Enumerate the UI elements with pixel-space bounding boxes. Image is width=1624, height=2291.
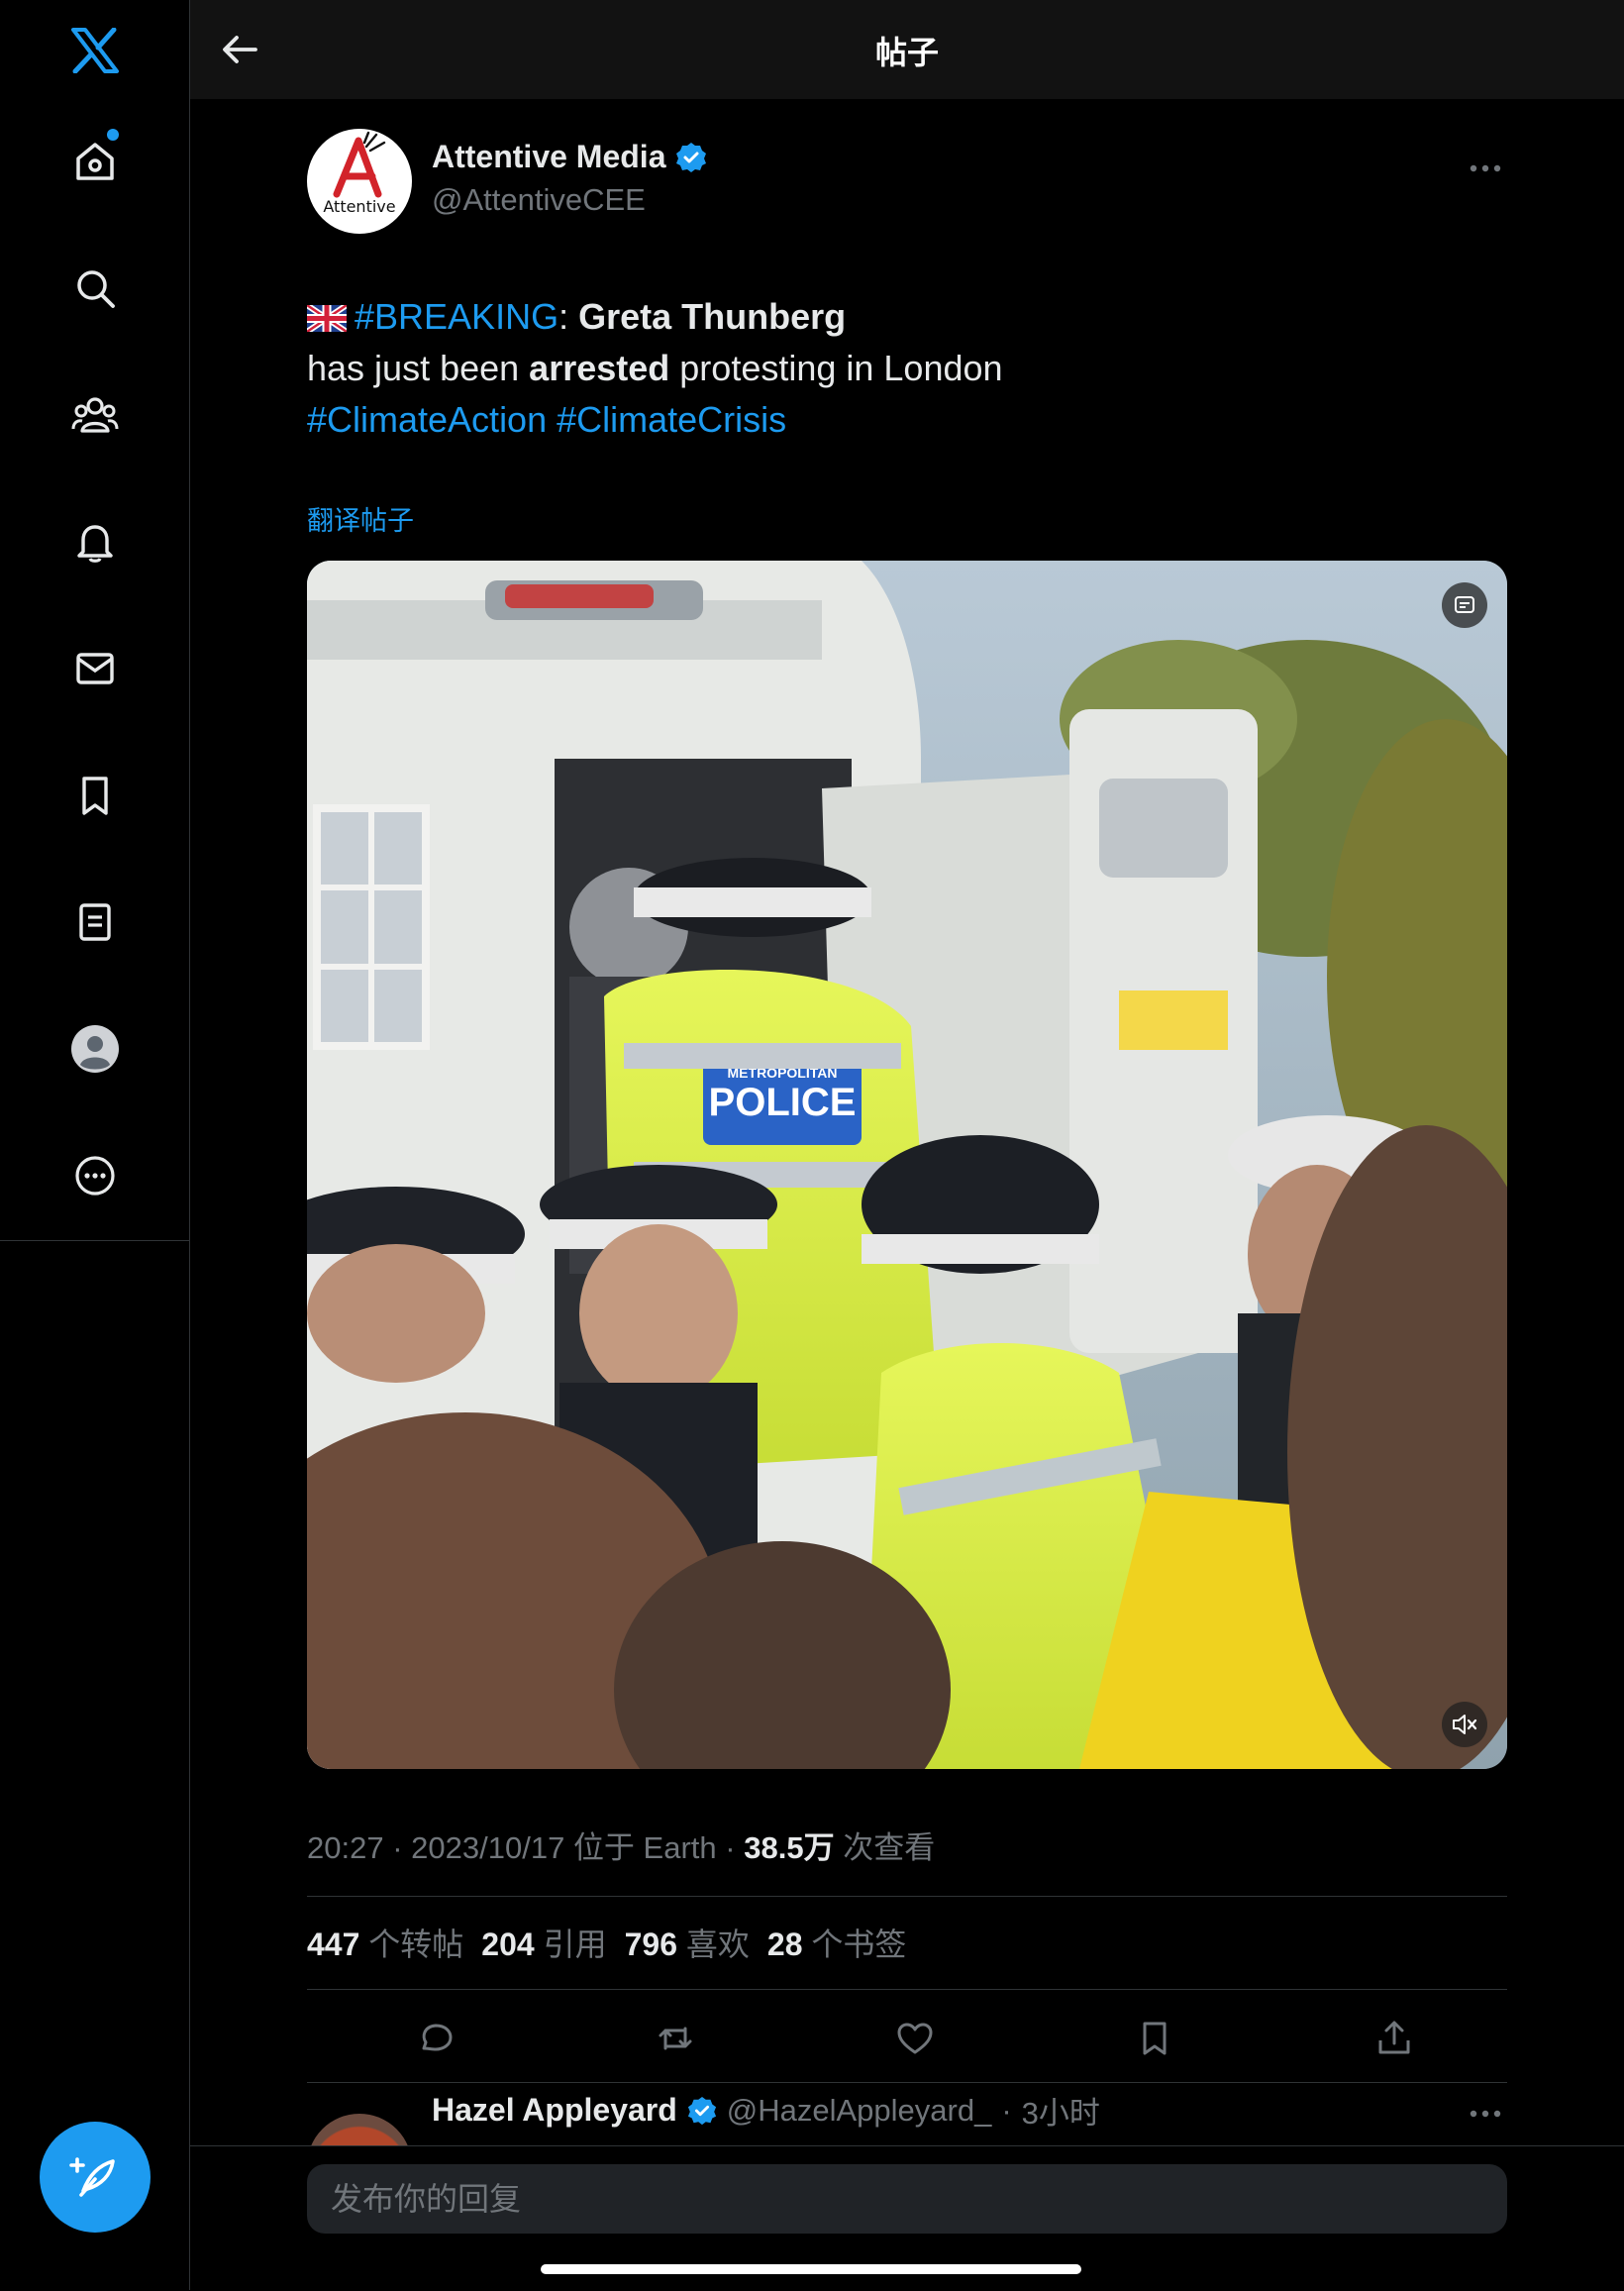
post-location: 位于 Earth	[572, 1830, 717, 1865]
home-indicator	[541, 2264, 1081, 2274]
author-avatar[interactable]: Attentive	[307, 129, 412, 234]
ellipsis-icon	[1470, 2110, 1501, 2118]
author-display-name[interactable]: Attentive Media	[432, 139, 665, 175]
divider	[307, 1989, 1507, 1990]
avatar-logo-text: Attentive	[323, 197, 396, 216]
hashtag-climate-action[interactable]: #ClimateAction	[307, 399, 547, 440]
reply-time[interactable]: 3小时	[1022, 2088, 1100, 2133]
views-label: 次查看	[843, 1830, 936, 1865]
ellipsis-icon	[1470, 164, 1501, 172]
content-warning-icon	[1455, 596, 1474, 613]
compose-feather-icon	[69, 2157, 115, 2197]
lists-icon[interactable]	[70, 897, 120, 947]
reply-author-avatar[interactable]	[307, 2114, 412, 2145]
hashtag-breaking[interactable]: #BREAKING	[355, 296, 558, 337]
like-button[interactable]	[885, 2009, 945, 2068]
reply-author-name[interactable]: Hazel Appleyard	[432, 2092, 677, 2129]
communities-icon[interactable]	[70, 390, 120, 440]
reply-separator: ·	[1001, 2092, 1012, 2128]
police-badge-text: POLICE	[709, 1081, 857, 1124]
post-line-1: #BREAKING: Greta Thunberg	[307, 291, 1507, 343]
repost-button[interactable]	[646, 2009, 705, 2068]
bookmark-icon	[1143, 2022, 1167, 2055]
meta-separator: ·	[392, 1830, 403, 1865]
divider	[307, 2082, 1507, 2083]
bookmarks-stat[interactable]: 28 个书签	[767, 1920, 907, 1965]
post-text-arrested: arrested	[529, 348, 670, 388]
reposts-stat[interactable]: 447 个转帖	[307, 1920, 463, 1965]
sidebar-nav	[0, 0, 190, 2290]
rail-divider	[0, 1240, 190, 1241]
post-text-name: Greta Thunberg	[578, 296, 847, 337]
post-stats: 447 个转帖 204 引用 796 喜欢 28 个书签	[307, 1920, 906, 1965]
share-button[interactable]	[1365, 2009, 1424, 2068]
post-actions	[307, 2009, 1507, 2068]
bookmarks-icon[interactable]	[70, 771, 120, 820]
quotes-stat[interactable]: 204 引用	[481, 1920, 606, 1965]
page-title: 帖子	[874, 35, 939, 70]
attentive-logo-icon	[333, 131, 386, 198]
notification-dot	[106, 129, 119, 141]
hashtag-climate-crisis[interactable]: #ClimateCrisis	[557, 399, 786, 440]
post-meta: 20:27 · 2023/10/17 位于 Earth · 38.5万 次查看	[307, 1822, 935, 1867]
home-icon[interactable]	[70, 129, 120, 186]
repost-icon	[659, 2027, 692, 2050]
author-handle[interactable]: @AttentiveCEE	[432, 182, 646, 218]
post-text: #BREAKING: Greta Thunberg has just been …	[307, 291, 1507, 446]
notifications-icon[interactable]	[70, 517, 120, 567]
messages-icon[interactable]	[70, 644, 120, 693]
volume-muted-icon	[1453, 1715, 1477, 1734]
post-text-colon: :	[558, 296, 569, 337]
divider	[307, 1896, 1507, 1897]
reply-preview[interactable]: Hazel Appleyard @HazelAppleyard_ · 3小时	[307, 2086, 1507, 2145]
like-icon	[897, 2023, 933, 2054]
top-bar: 帖子	[190, 0, 1624, 99]
post-video[interactable]: POLICE METROPOLITAN	[307, 561, 1507, 1769]
meta-separator: ·	[725, 1830, 736, 1865]
mute-button[interactable]	[1442, 1702, 1487, 1747]
post-line-2: has just been arrested protesting in Lon…	[307, 343, 1507, 394]
media-info-button[interactable]	[1442, 582, 1487, 628]
profile-icon[interactable]	[70, 1024, 120, 1074]
post-time[interactable]: 20:27	[307, 1830, 384, 1865]
reply-author-row: Hazel Appleyard @HazelAppleyard_ · 3小时	[432, 2088, 1100, 2133]
share-icon	[1378, 2021, 1410, 2054]
post-text-line2-b: protesting in London	[679, 348, 1003, 388]
reply-author-handle[interactable]: @HazelAppleyard_	[727, 2093, 992, 2129]
more-icon[interactable]	[70, 1151, 120, 1200]
uk-flag-icon	[307, 305, 347, 332]
search-icon[interactable]	[70, 263, 120, 313]
reply-more-button[interactable]	[1464, 2092, 1507, 2135]
translate-post-link[interactable]: 翻译帖子	[307, 499, 414, 538]
reply-input[interactable]	[307, 2164, 1507, 2234]
compose-post-button[interactable]	[40, 2122, 151, 2233]
bookmark-button[interactable]	[1125, 2009, 1184, 2068]
reply-button[interactable]	[406, 2009, 465, 2068]
views-count: 38.5万	[744, 1830, 835, 1865]
x-logo-icon[interactable]	[70, 26, 120, 75]
post-line-3: #ClimateAction #ClimateCrisis	[307, 394, 1507, 446]
post-more-button[interactable]	[1464, 147, 1507, 190]
post-text-line2-a: has just been	[307, 348, 520, 388]
post-date[interactable]: 2023/10/17	[411, 1830, 564, 1865]
reply-icon	[422, 2024, 453, 2051]
likes-stat[interactable]: 796 喜欢	[625, 1920, 750, 1965]
author-name-row: Attentive Media	[432, 139, 707, 175]
verified-badge-icon	[687, 2096, 716, 2125]
verified-badge-icon	[676, 142, 707, 172]
video-frame-image: POLICE METROPOLITAN	[307, 561, 1507, 1769]
